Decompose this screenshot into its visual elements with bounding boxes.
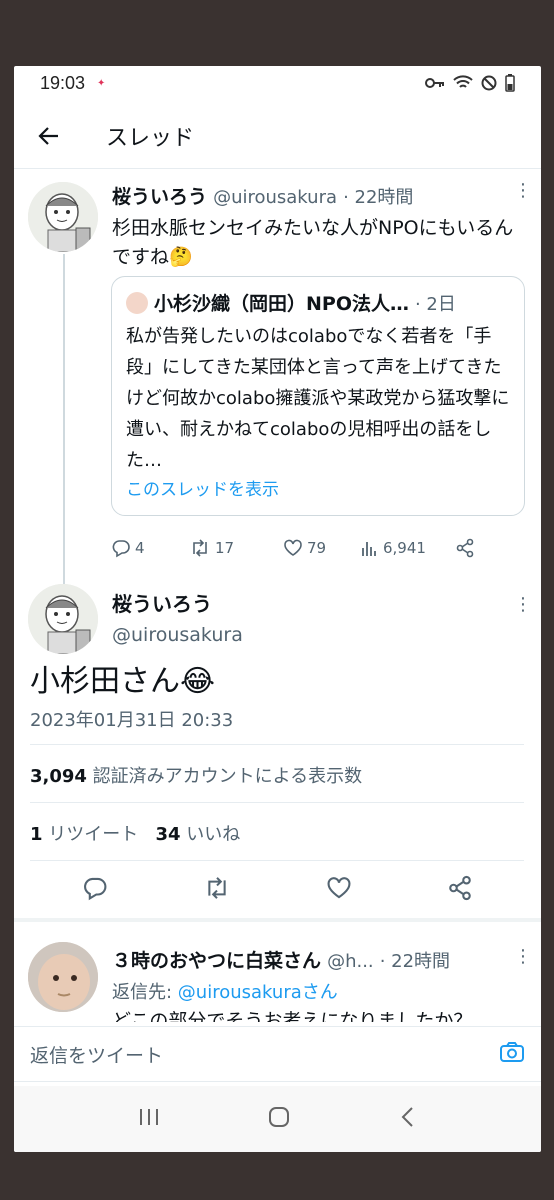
avatar-illustration-icon xyxy=(28,182,98,252)
key-icon xyxy=(425,78,444,88)
camera-icon xyxy=(500,1042,524,1062)
likes-stat[interactable]: 34 いいね xyxy=(155,824,240,845)
author-handle[interactable]: @uirousakura xyxy=(213,187,337,208)
reply-count: 4 xyxy=(135,539,145,557)
reply-header: ３時のおやつに白菜さん @h... · 22時間 xyxy=(112,946,450,973)
like-button[interactable] xyxy=(326,875,352,905)
more-options-icon[interactable]: ⋮ xyxy=(514,180,532,201)
quoted-avatar xyxy=(126,291,148,314)
heart-icon xyxy=(284,539,302,556)
quoted-author-name: 小杉沙織（岡田）NPO法人… xyxy=(154,293,409,315)
share-button[interactable] xyxy=(447,875,473,905)
quoted-time: · 2日 xyxy=(414,293,456,315)
tweet-time[interactable]: · 22時間 xyxy=(343,187,413,208)
tweet-text: 杉田水脈センセイみたいな人がNPOにもいるんですね🤔 xyxy=(112,217,514,268)
reply-input-placeholder[interactable]: 返信をツイート xyxy=(30,1041,163,1068)
divider xyxy=(30,744,524,745)
share-icon xyxy=(449,875,472,901)
replying-to: 返信先: @uirousakuraさん xyxy=(112,978,338,1004)
status-time: 19:03 xyxy=(40,72,86,93)
show-thread-link[interactable]: このスレッドを表示 xyxy=(126,475,279,500)
reply-button[interactable]: 4 xyxy=(111,538,189,558)
app-notification-icon: ✦ xyxy=(97,77,106,89)
do-not-disturb-icon xyxy=(481,75,497,91)
wifi-icon xyxy=(453,75,473,88)
status-bar: 19:03 ✦ xyxy=(14,66,541,100)
chevron-left-icon xyxy=(401,1107,413,1127)
quoted-text: 私が告発したいのはcolaboでなく若者を「手段」にしてきた某団体と言って声を上… xyxy=(126,326,510,471)
replying-to-label: 返信先: xyxy=(112,982,178,1003)
quoted-tweet[interactable]: 小杉沙織（岡田）NPO法人… · 2日 私が告発したいのはcolaboでなく若者… xyxy=(111,276,525,516)
page-title: スレッド xyxy=(106,126,195,151)
divider xyxy=(30,802,524,803)
tweet-header: 桜ういろう @uirousakura · 22時間 xyxy=(112,182,413,209)
retweet-icon xyxy=(193,539,207,557)
author-handle[interactable]: @h... xyxy=(327,951,374,972)
retweet-label: リツイート xyxy=(48,824,139,845)
views-button[interactable]: 6,941 xyxy=(361,539,455,557)
thread-connector-line xyxy=(63,254,65,584)
section-divider xyxy=(14,918,541,922)
views-count: 3,094 xyxy=(30,766,87,787)
header-divider xyxy=(14,168,541,169)
more-options-icon[interactable]: ⋮ xyxy=(514,946,532,967)
retweet-count: 1 xyxy=(30,824,43,845)
avatar-illustration-icon xyxy=(28,584,98,654)
system-navigation-bar xyxy=(14,1086,541,1152)
reply-icon xyxy=(83,877,106,901)
author-name[interactable]: ３時のおやつに白菜さん xyxy=(112,950,321,972)
reply-icon xyxy=(112,540,130,558)
author-name[interactable]: 桜ういろう xyxy=(112,186,207,208)
back-button[interactable] xyxy=(14,106,84,166)
status-icons xyxy=(425,74,515,92)
heart-icon xyxy=(327,877,351,899)
camera-button[interactable] xyxy=(499,1040,525,1068)
divider xyxy=(30,860,524,861)
author-name[interactable]: 桜ういろう xyxy=(112,588,212,617)
reply-button[interactable] xyxy=(82,875,108,905)
arrow-left-icon xyxy=(38,127,58,145)
reply-composer[interactable]: 返信をツイート xyxy=(14,1026,541,1082)
share-button[interactable] xyxy=(455,538,475,558)
top-app-bar: スレッド xyxy=(14,106,541,166)
views-label: 認証済みアカウントによる表示数 xyxy=(92,766,363,787)
like-count: 34 xyxy=(155,824,181,845)
reply-text: どこの部分でそうお考えになりましたか？ xyxy=(112,1010,473,1022)
retweets-stat[interactable]: 1 リツイート xyxy=(30,824,138,845)
like-button[interactable]: 79 xyxy=(283,538,361,558)
tweet-text: 小杉田さん😂 xyxy=(30,664,216,699)
analytics-icon xyxy=(362,542,376,556)
more-options-icon[interactable]: ⋮ xyxy=(514,594,532,615)
avatar[interactable] xyxy=(28,584,98,654)
tweet-datetime[interactable]: 2023年01月31日 20:33 xyxy=(30,706,233,732)
quoted-tweet-header: 小杉沙織（岡田）NPO法人… · 2日 xyxy=(126,289,456,316)
home-icon xyxy=(269,1107,290,1127)
recent-apps-button[interactable] xyxy=(138,1107,160,1131)
view-count: 6,941 xyxy=(383,539,426,557)
focused-tweet-actions xyxy=(14,870,541,910)
retweet-count: 17 xyxy=(215,539,235,557)
retweet-icon xyxy=(208,877,226,899)
battery-icon xyxy=(505,74,515,92)
tweet-actions: 4 17 79 6,941 xyxy=(111,538,475,558)
home-button[interactable] xyxy=(267,1105,291,1133)
nav-back-button[interactable] xyxy=(399,1105,417,1133)
avatar[interactable] xyxy=(28,182,98,252)
tweet-time[interactable]: · 22時間 xyxy=(380,951,450,972)
recent-apps-icon xyxy=(139,1109,158,1125)
views-stat[interactable]: 3,094 認証済みアカウントによる表示数 xyxy=(30,762,362,788)
engagement-stats: 1 リツイート 34 いいね xyxy=(30,820,240,846)
baby-photo-icon xyxy=(28,942,98,1012)
author-handle[interactable]: @uirousakura xyxy=(112,624,243,646)
retweet-button[interactable]: 17 xyxy=(189,538,283,558)
like-count: 79 xyxy=(307,539,327,557)
retweet-button[interactable] xyxy=(203,875,231,905)
phone-screen: 19:03 ✦ スレッド 桜ういろう @uirousakura · 22時間 ⋮… xyxy=(14,66,541,1152)
like-label: いいね xyxy=(186,824,241,845)
replying-to-handle[interactable]: @uirousakuraさん xyxy=(178,982,338,1003)
avatar[interactable] xyxy=(28,942,98,1012)
share-icon xyxy=(456,538,474,558)
